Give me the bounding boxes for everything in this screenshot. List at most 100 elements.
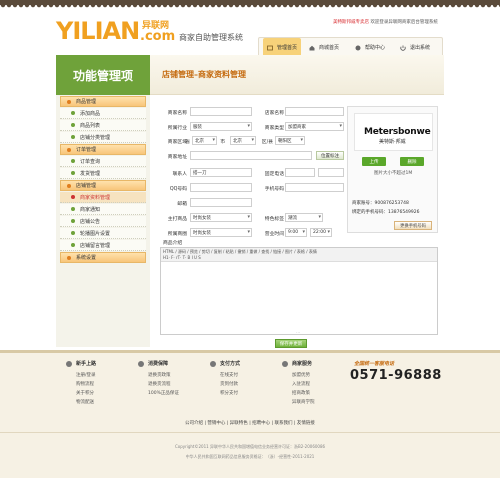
toolbar-row-2: H1· F· rT· T· B I U S	[163, 255, 201, 261]
bullet-icon	[71, 243, 75, 247]
menu-item-add-goods[interactable]: 添加商品	[60, 108, 146, 119]
card-icon	[210, 360, 216, 367]
footer-link[interactable]: 购物流程	[66, 381, 136, 390]
bullet-icon	[71, 219, 75, 223]
image-size-note: 图片大小不超过1M	[374, 171, 413, 176]
group-label: 订单管理	[76, 147, 97, 153]
house-icon	[309, 45, 315, 51]
footer-col-head: 消费保障	[138, 360, 208, 367]
industry-select[interactable]: 服装	[190, 122, 252, 131]
item-label: 商品列表	[80, 122, 101, 129]
menu-item-shop-announcement[interactable]: 店铺公告	[60, 216, 146, 227]
newbie-icon	[66, 360, 72, 367]
footer-link[interactable]: 注册/登录	[66, 372, 136, 381]
menu-group-orders[interactable]: 订单管理	[60, 144, 146, 155]
province-select[interactable]: 北京	[192, 136, 217, 145]
bullet-icon	[71, 123, 75, 127]
welcome-note: 美特斯邦威专卖店 欢迎登录异联网商家后台管理系统	[333, 19, 438, 25]
bullet-icon	[71, 231, 75, 235]
group-label: 系统设置	[76, 255, 97, 261]
logo-com: .com	[140, 29, 176, 44]
footer-link[interactable]: 物流配送	[66, 399, 136, 408]
resize-grip-icon[interactable]: ⋯	[296, 330, 300, 335]
account-line: 商家账号：900876253748	[352, 200, 409, 206]
footer-link[interactable]: 入驻流程	[282, 381, 352, 390]
logo-panel: Metersbonwe 美特斯·邦威 上传 删除 图片大小不超过1M 商家账号：…	[347, 106, 438, 233]
footer-link[interactable]: 关于积分	[66, 390, 136, 399]
phone-input[interactable]	[285, 168, 315, 177]
city-select[interactable]: 北京	[230, 136, 256, 145]
menu-item-carousel-settings[interactable]: 轮播图片设置	[60, 228, 146, 239]
footer-col-title: 商家服务	[292, 361, 313, 367]
bound-mobile-value: 13876549926	[388, 210, 420, 215]
menu-item-merchant-profile[interactable]: 商家资料管理	[60, 192, 146, 203]
footer-link[interactable]: 招商政策	[282, 390, 352, 399]
change-mobile-button[interactable]: 更换手机号码	[394, 221, 432, 230]
menu-item-shipping[interactable]: 发货管理	[60, 168, 146, 179]
footer-link[interactable]: 异联商学院	[282, 399, 352, 408]
footer-link[interactable]: 加盟优势	[282, 372, 352, 381]
phone-ext-input[interactable]	[318, 168, 344, 177]
footer-links[interactable]: 公司介绍 | 营销中心 | 异联特色 | 招聘中心 | 联系我们 | 友情链接	[0, 420, 500, 426]
menu-item-shop-categories[interactable]: 店铺分类管理	[60, 132, 146, 143]
hours-end-select[interactable]: 22:00	[310, 228, 332, 237]
footer-link[interactable]: 退换货政策	[138, 372, 208, 381]
shop-name-label: 店家名称	[264, 111, 284, 116]
address-input[interactable]	[190, 151, 312, 160]
hours-start-select[interactable]: 9:00	[285, 228, 307, 237]
main-business-select[interactable]: 时尚女装	[190, 213, 252, 222]
brand-logo-subtext: 美特斯·邦威	[379, 139, 406, 145]
district-select[interactable]: 朝阳区	[275, 136, 305, 145]
hotline-label: 全国统一客服电话	[354, 361, 395, 367]
menu-item-shop-messages[interactable]: 店铺留言管理	[60, 240, 146, 251]
footer-col-title: 支付方式	[220, 361, 241, 367]
copyright-line-1: Copyright©2011 异联中华人民共和国增值电信业务经营许可证：浙B2-…	[174, 444, 326, 449]
bullet-icon	[71, 195, 75, 199]
group-dot-icon	[67, 183, 71, 188]
group-label: 商品管理	[76, 99, 97, 105]
nav-label: 退出系统	[410, 45, 431, 51]
logo[interactable]: YILIAN	[56, 19, 140, 43]
delete-button[interactable]: 删除	[400, 157, 424, 166]
footer-link[interactable]: 积分支付	[210, 390, 280, 399]
footer-col-title: 新手上路	[76, 361, 97, 367]
footer-col-guarantee: 消费保障 退换货政策 退换货流程 100%正品保证	[138, 360, 208, 399]
sidebar-title: 功能管理项	[56, 55, 150, 95]
district-label: 区/县	[261, 140, 273, 145]
category-select[interactable]: 时尚女装	[190, 228, 252, 237]
locate-button[interactable]: 位置标注	[316, 151, 344, 160]
footer-col-merchant: 商家服务 加盟优势 入驻流程 招商政策 异联商学院	[282, 360, 352, 408]
save-button[interactable]: 保存并更新	[275, 339, 307, 348]
copyright-line-2: 中华人民共和国互联网药品信息服务资格证：（浙）-经营性-2011-2021	[185, 454, 315, 459]
footer-col-head: 新手上路	[66, 360, 136, 367]
footer-divider	[0, 432, 500, 433]
menu-item-merchant-notice[interactable]: 商家通知	[60, 204, 146, 215]
menu-item-goods-list[interactable]: 商品列表	[60, 120, 146, 131]
group-dot-icon	[67, 147, 71, 152]
upload-button[interactable]: 上传	[362, 157, 386, 166]
footer-link[interactable]: 100%正品保证	[138, 390, 208, 399]
main-content: 店铺管理–商家资料管理 商家名称 店家名称 所属行业 服装 商家类型 加盟商家 …	[150, 55, 444, 348]
qq-input[interactable]	[190, 183, 252, 192]
menu-group-goods[interactable]: 商品管理	[60, 96, 146, 107]
merchant-name-input[interactable]	[190, 107, 252, 116]
province-label: 省	[185, 140, 190, 145]
type-select[interactable]: 加盟商家	[285, 122, 344, 131]
contact-input[interactable]: 搭一刀	[190, 168, 252, 177]
shop-name-input[interactable]	[285, 107, 344, 116]
menu-item-order-search[interactable]: 订单查询	[60, 156, 146, 167]
menu-group-shop[interactable]: 店铺管理	[60, 180, 146, 191]
footer-link[interactable]: 在线支付	[210, 372, 280, 381]
shop-name-link[interactable]: 美特斯邦威专卖店	[333, 20, 369, 25]
page-title: 店铺管理–商家资料管理	[162, 70, 246, 79]
email-input[interactable]	[190, 198, 252, 207]
rich-text-editor[interactable]: HTML / 源码 / 预览 / 剪切 / 复制 / 粘贴 / 撤销 / 重做 …	[160, 247, 438, 335]
footer-link[interactable]: 货到付款	[210, 381, 280, 390]
mobile-input[interactable]	[285, 183, 344, 192]
menu-group-system[interactable]: 系统设置	[60, 252, 146, 263]
item-label: 添加商品	[80, 110, 101, 117]
footer-link[interactable]: 退换货流程	[138, 381, 208, 390]
item-label: 店铺留言管理	[80, 242, 111, 249]
item-label: 发货管理	[80, 170, 101, 177]
special-select[interactable]: 潮流	[285, 213, 323, 222]
